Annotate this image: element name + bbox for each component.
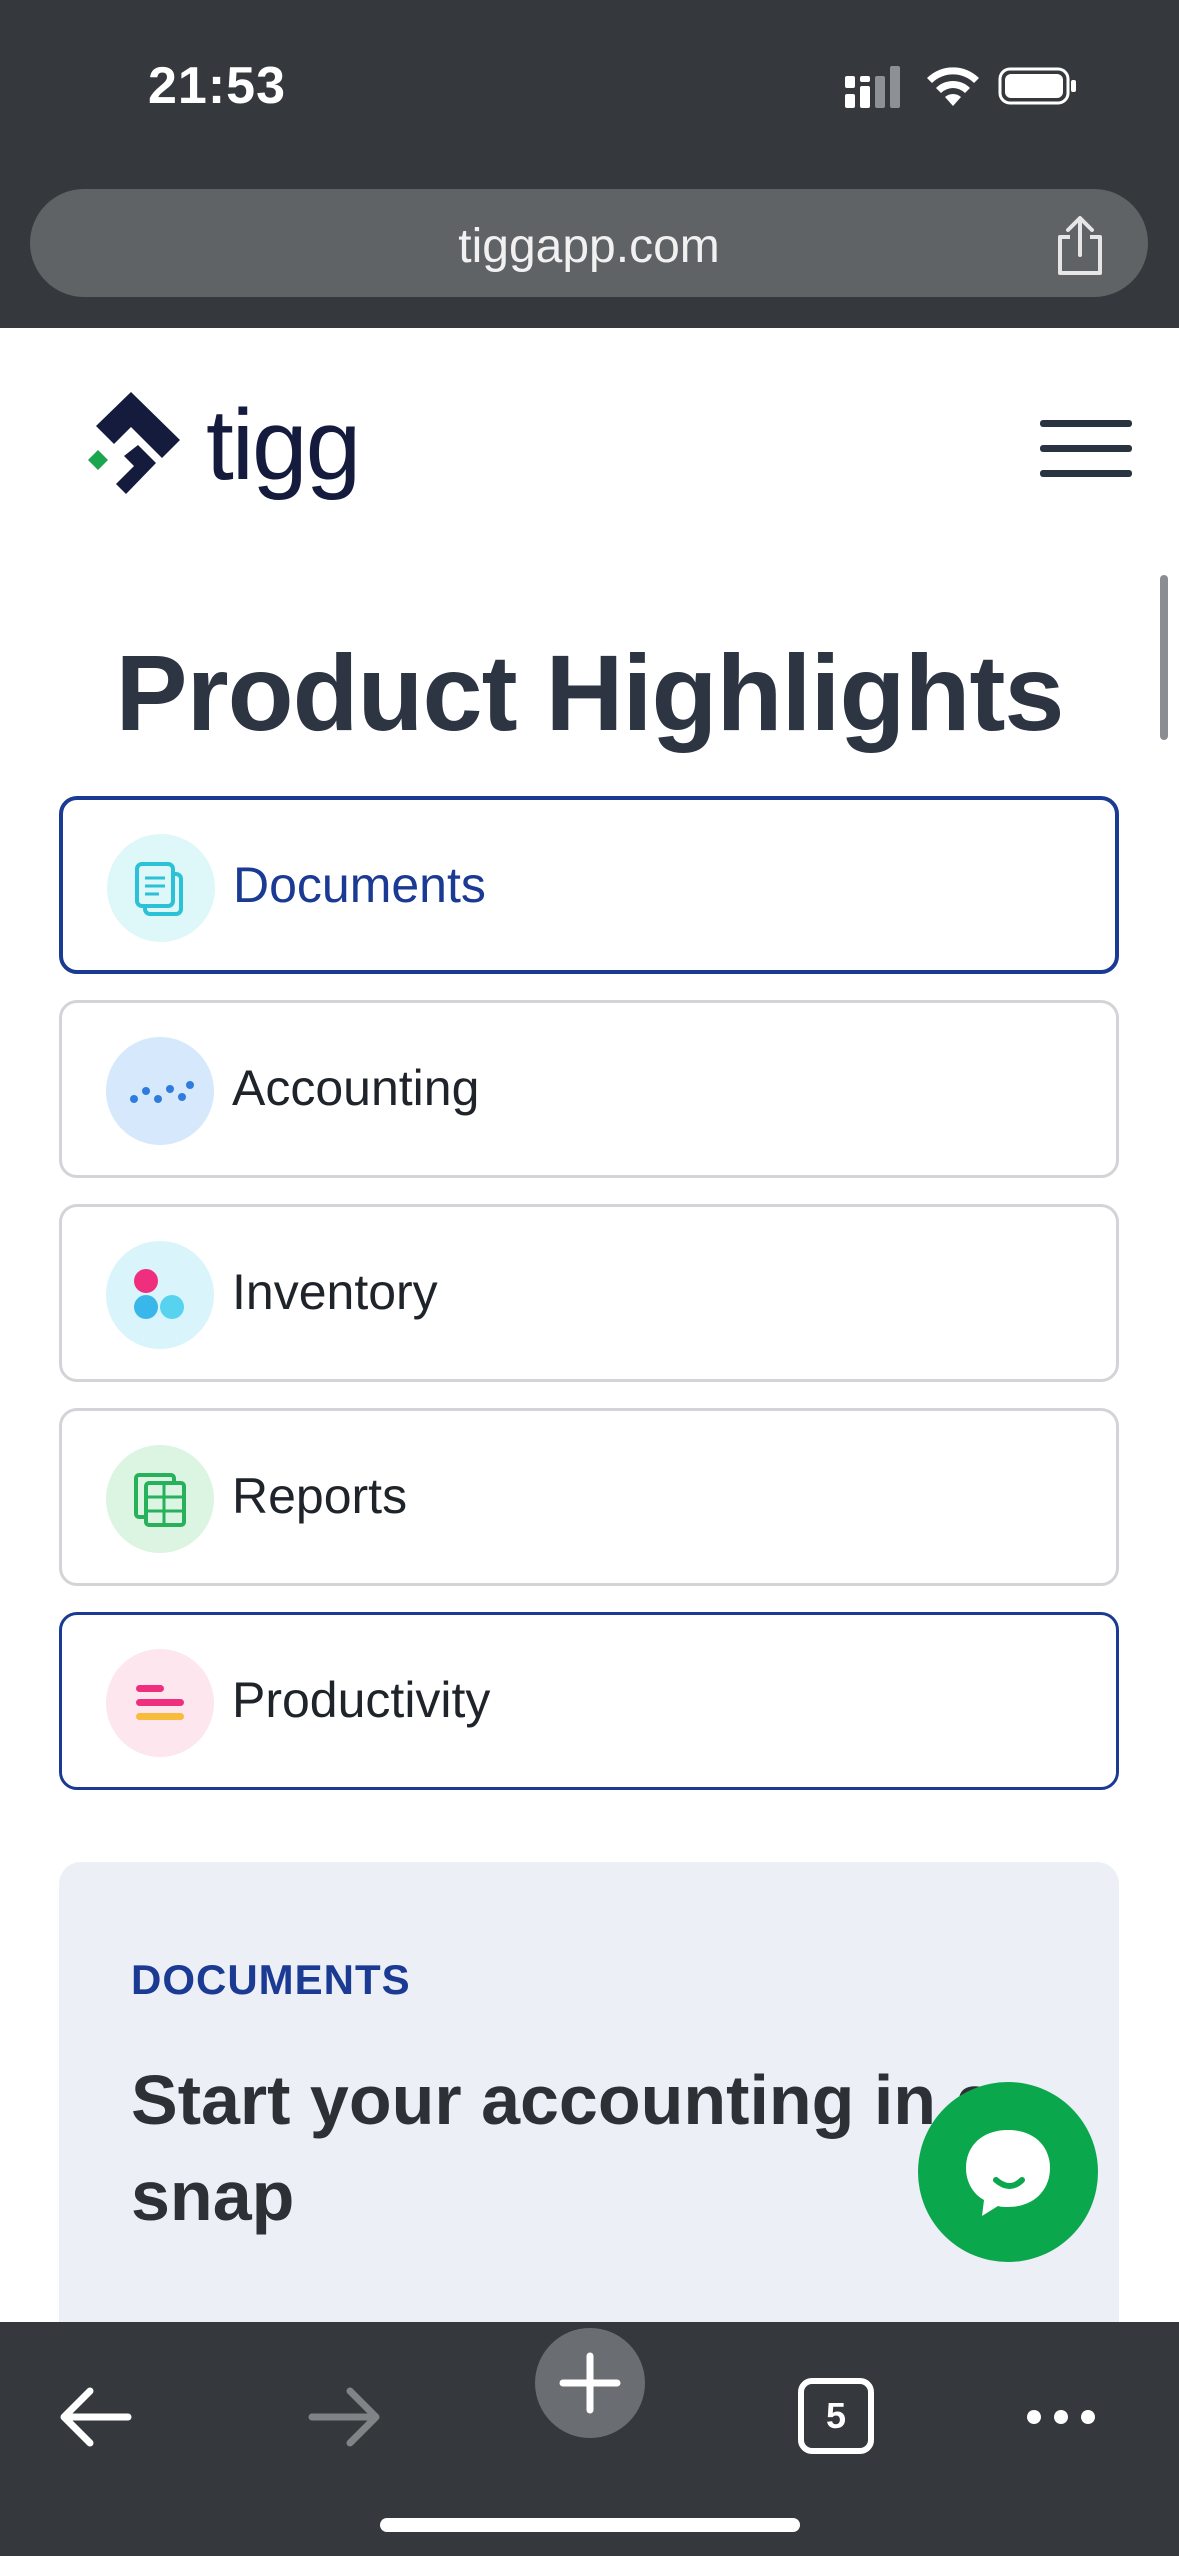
page-title: Product Highlights bbox=[115, 632, 1065, 753]
plus-icon bbox=[559, 2352, 621, 2414]
new-tab-button[interactable] bbox=[535, 2328, 645, 2438]
address-bar[interactable]: tiggapp.com bbox=[30, 189, 1148, 297]
feature-card-documents[interactable]: Documents bbox=[59, 796, 1119, 974]
chat-widget-button[interactable] bbox=[918, 2082, 1098, 2262]
back-arrow-icon[interactable] bbox=[42, 2362, 152, 2472]
feature-label: Reports bbox=[232, 1468, 408, 1524]
feature-label: Documents bbox=[233, 857, 486, 913]
site-header: tigg bbox=[0, 328, 1179, 558]
feature-card-inventory[interactable]: Inventory bbox=[59, 1204, 1119, 1382]
chat-bubble-icon bbox=[966, 2130, 1050, 2216]
feature-card-accounting[interactable]: Accounting bbox=[59, 1000, 1119, 1178]
url-text[interactable]: tiggapp.com bbox=[30, 219, 1148, 274]
hamburger-menu-icon[interactable] bbox=[1040, 420, 1132, 480]
feature-label: Inventory bbox=[232, 1264, 438, 1320]
status-time: 21:53 bbox=[148, 57, 286, 115]
accounting-icon bbox=[106, 1037, 214, 1145]
home-indicator[interactable] bbox=[380, 2518, 800, 2532]
browser-address-area: tiggapp.com bbox=[0, 175, 1179, 328]
feature-card-productivity[interactable]: Productivity bbox=[59, 1612, 1119, 1790]
productivity-icon bbox=[106, 1649, 214, 1757]
tigg-logo-icon[interactable] bbox=[76, 390, 186, 500]
tab-count: 5 bbox=[798, 2378, 874, 2454]
panel-eyebrow: DOCUMENTS bbox=[131, 1956, 411, 2003]
reports-icon bbox=[106, 1445, 214, 1553]
feature-card-reports[interactable]: Reports bbox=[59, 1408, 1119, 1586]
feature-label: Accounting bbox=[232, 1060, 480, 1116]
battery-icon bbox=[998, 67, 1076, 105]
brand-name[interactable]: tigg bbox=[206, 388, 361, 503]
panel-heading: Start your accounting in a snap bbox=[131, 2061, 995, 2235]
inventory-icon bbox=[106, 1241, 214, 1349]
forward-arrow-icon[interactable] bbox=[288, 2362, 398, 2472]
tab-switcher-button[interactable]: 5 bbox=[782, 2362, 892, 2472]
documents-icon bbox=[107, 834, 215, 942]
status-bar: 21:53 bbox=[0, 0, 1179, 175]
share-icon[interactable] bbox=[1052, 215, 1108, 277]
cellular-signal-icon bbox=[845, 66, 900, 108]
feature-label: Productivity bbox=[232, 1672, 491, 1728]
wifi-icon bbox=[927, 67, 979, 106]
more-options-icon[interactable] bbox=[1006, 2362, 1116, 2472]
